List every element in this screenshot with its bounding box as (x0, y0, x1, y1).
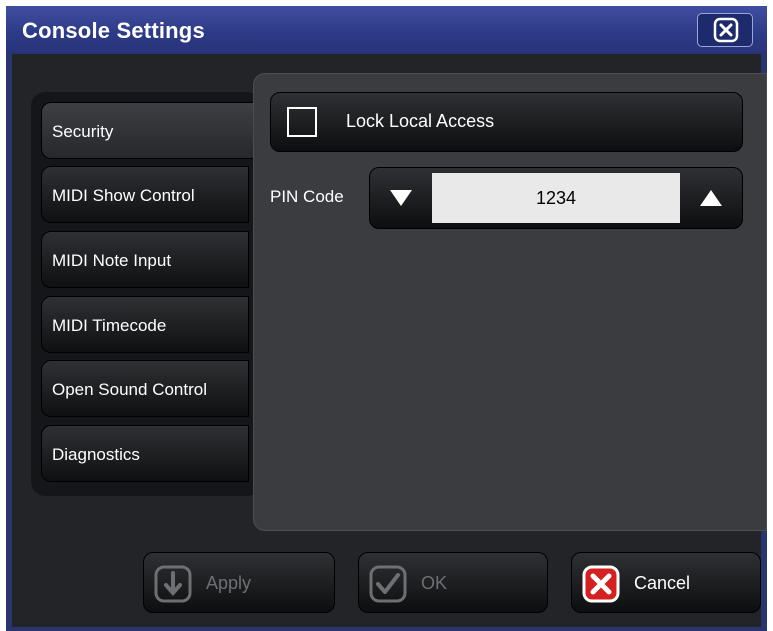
ok-button[interactable]: OK (358, 552, 548, 613)
tab-midi-show-control[interactable]: MIDI Show Control (41, 166, 249, 223)
title-bar: Console Settings (6, 6, 767, 53)
security-panel: Lock Local Access PIN Code 1234 (253, 73, 767, 531)
tab-midi-timecode[interactable]: MIDI Timecode (41, 296, 249, 353)
tab-label: MIDI Note Input (52, 251, 172, 270)
close-button[interactable] (697, 13, 753, 47)
pin-code-input[interactable]: 1234 (432, 173, 680, 223)
tab-label: Security (52, 122, 114, 141)
triangle-down-icon (390, 190, 412, 206)
dialog-body: Security MIDI Show Control MIDI Note Inp… (12, 54, 767, 627)
tab-diagnostics[interactable]: Diagnostics (41, 425, 249, 482)
lock-local-access-toggle[interactable]: Lock Local Access (270, 92, 743, 152)
cancel-label: Cancel (634, 573, 691, 593)
cancel-button[interactable]: Cancel (571, 552, 761, 613)
tab-label: Open Sound Control (52, 380, 207, 399)
close-icon (713, 17, 739, 43)
lock-local-access-checkbox[interactable] (287, 107, 317, 137)
triangle-up-icon (700, 190, 722, 206)
download-arrow-icon (154, 565, 192, 603)
lock-local-access-label: Lock Local Access (346, 111, 495, 131)
pin-decrement-button[interactable] (370, 168, 432, 228)
apply-label: Apply (206, 573, 252, 593)
pin-code-label: PIN Code (270, 187, 344, 206)
tab-column: Security MIDI Show Control MIDI Note Inp… (31, 92, 271, 496)
pin-increment-button[interactable] (680, 168, 742, 228)
red-x-icon (582, 565, 620, 603)
tab-label: MIDI Show Control (52, 186, 195, 205)
pin-code-stepper: 1234 (369, 167, 743, 229)
tab-label: MIDI Timecode (52, 316, 167, 335)
window-title: Console Settings (22, 18, 205, 43)
tab-security[interactable]: Security (41, 102, 271, 159)
console-settings-window: Console Settings Security MIDI Show Cont… (6, 6, 767, 631)
checkmark-icon (369, 565, 407, 603)
ok-label: OK (421, 573, 448, 593)
tab-midi-note-input[interactable]: MIDI Note Input (41, 231, 249, 288)
tab-open-sound-control[interactable]: Open Sound Control (41, 360, 249, 417)
tab-label: Diagnostics (52, 445, 140, 464)
apply-button[interactable]: Apply (143, 552, 335, 613)
